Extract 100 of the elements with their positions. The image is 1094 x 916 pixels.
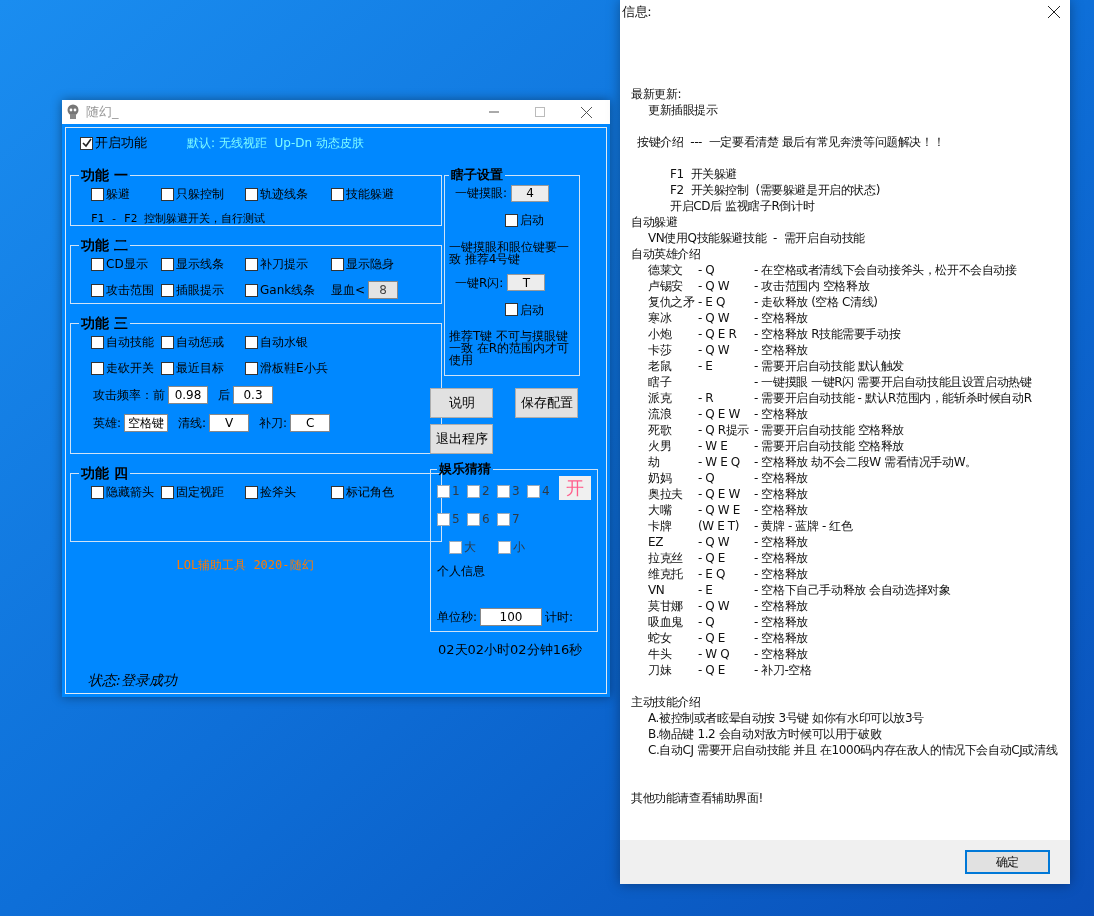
hero-keys: - E [698,358,754,374]
checkbox[interactable] [91,257,104,271]
hero-name: 死歌 [648,422,673,438]
checkbox[interactable] [91,283,104,297]
checkbox[interactable] [505,303,518,316]
checkbox[interactable] [331,485,344,499]
hero-name: 蛇女 [648,630,673,646]
checkbox-label: 6 [482,511,490,528]
text-field[interactable]: 0.3 [233,386,273,404]
text-field[interactable]: C [290,414,331,432]
checkbox[interactable] [449,540,462,554]
window-title: 随幻_ [86,103,119,122]
action-button[interactable]: 说明 [430,388,493,418]
checkbox[interactable] [245,335,258,349]
hint-text: 一键摸眼和眼位键要一致 推荐4号键 [448,240,570,265]
checkbox[interactable] [497,512,510,526]
hero-description: - 空格释放 [754,406,809,422]
hero-name: 火男 [648,438,673,454]
checkbox[interactable] [161,283,174,297]
checkbox-label: 显示线条 [176,256,224,273]
checkbox[interactable] [505,213,518,227]
field-label: 攻击频率：前 [93,387,165,404]
checkbox-label: 小 [513,539,525,556]
hero-keys: - Q [698,262,754,278]
checkbox-label: 走砍开关 [106,360,154,377]
group-title: 瞎子设置 [450,168,504,182]
close-icon[interactable] [581,106,592,118]
checkbox[interactable] [245,361,258,375]
hero-description: - 补刀-空格 [754,662,813,678]
hint-text: 默认: 无线视距 Up-Dn 动态皮肤 [187,135,364,152]
checkbox[interactable] [245,257,258,271]
checkbox[interactable] [91,361,104,375]
checkbox[interactable] [331,257,344,271]
checkbox[interactable] [161,187,174,201]
checkbox[interactable] [437,512,450,526]
hotkey-field[interactable]: 4 [511,184,550,202]
field-label: 一键R闪: [455,274,504,292]
hero-keys: - Q E [698,662,754,678]
checkbox[interactable] [91,187,104,201]
hero-name: 瞎子 [648,374,673,390]
checkbox[interactable] [161,257,174,271]
checkbox[interactable] [467,484,480,498]
hero-name: 吸血鬼 [648,614,684,630]
action-button[interactable]: 保存配置 [515,388,578,418]
checkbox[interactable] [498,540,511,554]
window-title: 信息: [622,4,652,20]
checkbox[interactable] [80,136,93,150]
hero-keys: - Q W E [698,502,754,518]
text-field[interactable]: 空格键 [124,414,169,432]
hero-name: 小炮 [648,326,673,342]
hero-description: - 在空格或者清线下会自动接斧头，松开不会自动接 [754,262,1018,278]
info-line: F2 开关躲控制 (需要躲避是开启的状态) [670,182,881,198]
action-button[interactable]: 退出程序 [430,424,493,454]
field-label: 补刀: [259,415,288,432]
text-field[interactable]: V [209,414,250,432]
ok-button[interactable]: 确定 [965,850,1050,874]
hero-keys: - E Q [698,294,754,310]
hero-keys: - Q [698,614,754,630]
hero-keys: - E Q [698,566,754,582]
hero-description: - 空格释放 [754,470,809,486]
checkbox[interactable] [527,484,540,498]
hero-description: - 走砍释放 (空格 C清线) [754,294,879,310]
hotkey-field[interactable]: T [507,274,546,291]
close-icon[interactable] [1048,6,1060,18]
hero-name: 卢锡安 [648,278,684,294]
group-title: 娱乐猜猜 [438,462,492,476]
section-heading: 最新更新: [631,86,683,102]
hero-name: 奥拉夫 [648,486,684,502]
seconds-field[interactable]: 100 [480,608,543,626]
text-field[interactable]: 0.98 [168,386,208,404]
checkbox-label: 自动惩戒 [176,334,224,351]
check-icon [81,138,92,148]
hero-keys: - Q W [698,310,754,326]
hero-name: 牛头 [648,646,673,662]
hint-text: F1 - F2 控制躲避开关，自行测试 [91,211,266,227]
checkbox[interactable] [497,484,510,498]
section-heading: 其他功能请查看辅助界面! [631,790,764,806]
hero-keys: - Q [698,470,754,486]
checkbox-label: 捡斧头 [260,484,296,501]
checkbox[interactable] [437,484,450,498]
info-line: A.被控制或者眩晕自动按 3号键 如你有水印可以放3号 [648,710,925,726]
checkbox[interactable] [161,361,174,375]
checkbox[interactable] [161,335,174,349]
checkbox[interactable] [91,485,104,499]
checkbox[interactable] [467,512,480,526]
checkbox[interactable] [91,335,104,349]
checkbox[interactable] [331,187,344,201]
hero-description: - 空格释放 [754,502,809,518]
timer-text: 02天02小时02分钟16秒 [438,641,584,659]
group-title: 功能 四 [80,466,129,480]
checkbox[interactable] [161,485,174,499]
hero-description: - 空格释放 [754,630,809,646]
status-text: 状态:登录成功 [88,671,179,690]
checkbox[interactable] [245,283,258,297]
checkbox-label: 大 [464,539,476,556]
info-line: 开启CD后 监视瞎子R倒计时 [670,198,816,214]
hero-keys: - Q W [698,278,754,294]
hero-description: - 黄牌 - 蓝牌 - 红色 [754,518,854,534]
checkbox[interactable] [245,485,258,499]
checkbox[interactable] [245,187,258,201]
